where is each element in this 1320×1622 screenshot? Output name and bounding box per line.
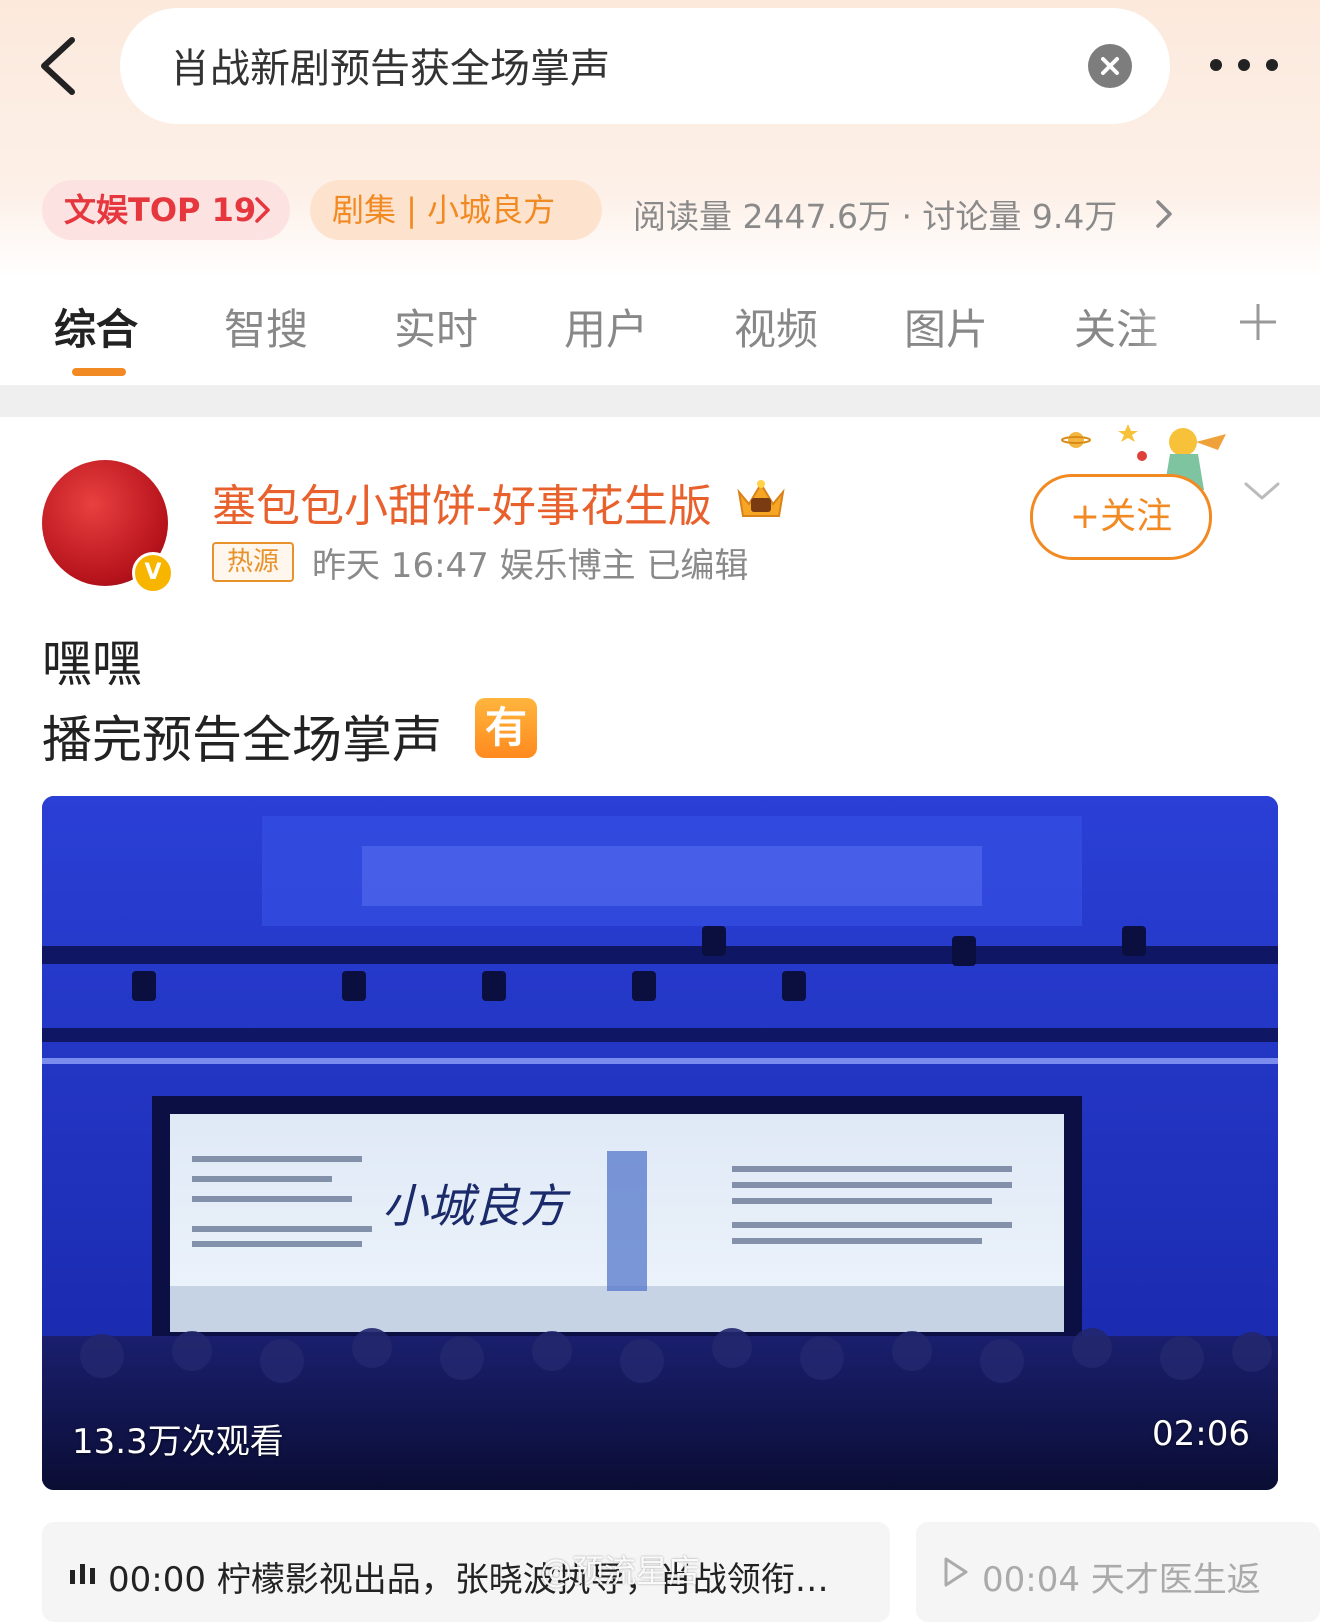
hot-source-badge: 热源 — [212, 542, 294, 582]
topic-stats[interactable]: 阅读量 2447.6万 · 讨论量 9.4万 — [633, 190, 1117, 238]
chapter-item[interactable]: 00:00 柠檬影视出品，张晓波执导，肖战领衔… — [42, 1522, 890, 1622]
view-count: 13.3万次观看 — [72, 1422, 284, 1462]
rank-tag-label: 文娱TOP 19 — [64, 191, 257, 229]
crown-icon — [737, 480, 785, 517]
play-icon — [944, 1557, 968, 1587]
post-text-line1: 嘿嘿 — [42, 635, 142, 693]
follow-button[interactable]: +关注 — [1030, 474, 1212, 560]
chevron-down-icon[interactable] — [1240, 476, 1284, 506]
clear-icon[interactable] — [1088, 44, 1132, 88]
active-tab-indicator — [72, 368, 126, 376]
tab-images[interactable]: 图片 — [904, 296, 988, 357]
video-duration: 02:06 — [1152, 1414, 1250, 1454]
video-frame: 小城良方 — [42, 796, 1278, 1490]
tab-comprehensive[interactable]: 综合 — [54, 296, 138, 357]
chapter-label: 00:00 柠檬影视出品，张晓波执导，肖战领衔… — [108, 1560, 829, 1600]
post-text-line2: 播完预告全场掌声 — [42, 711, 442, 769]
chapter-label: 00:04 天才医生返 — [982, 1560, 1261, 1600]
chapter-item[interactable]: 00:04 天才医生返 — [916, 1522, 1320, 1622]
tab-users[interactable]: 用户 — [564, 296, 648, 357]
emoji-you: 有 — [475, 698, 537, 758]
tab-smart-search[interactable]: 智搜 — [224, 296, 308, 357]
rank-tag[interactable]: 文娱TOP 19 — [42, 180, 290, 240]
verified-icon: V — [132, 552, 174, 594]
chevron-right-icon[interactable] — [1152, 192, 1178, 236]
tab-videos[interactable]: 视频 — [734, 296, 818, 357]
section-divider — [0, 385, 1320, 417]
more-icon[interactable] — [1206, 40, 1282, 90]
audio-bars-icon — [70, 1564, 95, 1584]
post-meta: 昨天 16:47 娱乐博主 已编辑 — [312, 546, 749, 586]
screen-title: 小城良方 — [382, 1179, 571, 1233]
video-player[interactable]: 小城良方 13.3万次观看 02:06 — [42, 796, 1278, 1490]
back-icon[interactable] — [34, 34, 98, 98]
plus-icon[interactable] — [1236, 300, 1280, 344]
chevron-right-icon — [255, 197, 270, 223]
tab-fade — [1130, 292, 1220, 352]
category-tag-label: 剧集 | 小城良方 — [332, 191, 556, 229]
search-input[interactable]: 肖战新剧预告获全场掌声 — [170, 36, 610, 94]
tab-realtime[interactable]: 实时 — [394, 296, 478, 357]
category-tag[interactable]: 剧集 | 小城良方 — [310, 180, 602, 240]
username[interactable]: 塞包包小甜饼-好事花生版 — [212, 470, 712, 534]
watermark: @预流星店 — [540, 1552, 701, 1590]
